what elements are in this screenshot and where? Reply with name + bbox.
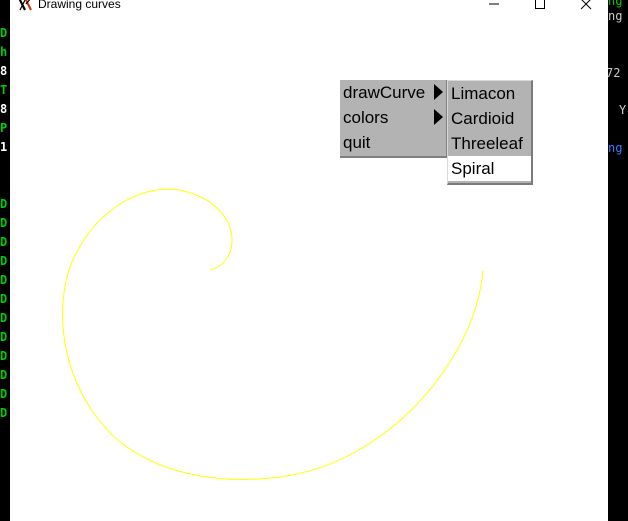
drawing-canvas[interactable]: drawCurve colors quit Limacon Cardioid T…: [10, 12, 608, 521]
menu-item-drawcurve[interactable]: drawCurve: [340, 80, 446, 105]
terminal-char: D: [0, 368, 8, 382]
terminal-char: D: [0, 197, 8, 211]
terminal-char: D: [0, 216, 8, 230]
terminal-char: 1: [0, 140, 8, 154]
terminal-char: T: [0, 83, 8, 97]
terminal-char: D: [0, 235, 8, 249]
popup-menu: drawCurve colors quit: [340, 80, 448, 158]
terminal-char: D: [0, 273, 8, 287]
menu-item-label: quit: [343, 133, 371, 152]
submenu-item-label: Spiral: [451, 159, 495, 178]
submenu-item-label: Threeleaf: [451, 134, 523, 153]
title-bar[interactable]: Drawing curves: [10, 0, 608, 12]
minimize-icon: [489, 3, 499, 5]
terminal-char: 8: [0, 64, 8, 78]
maximize-icon: [535, 0, 545, 9]
terminal-char: D: [0, 406, 8, 420]
terminal-fragment: Y: [619, 103, 627, 117]
terminal-fragment: 72: [606, 66, 621, 80]
terminal-char: D: [0, 330, 8, 344]
terminal-char: D: [0, 26, 8, 40]
terminal-char: P: [0, 121, 8, 135]
submenu-item-label: Cardioid: [451, 109, 515, 128]
submenu-item-spiral[interactable]: Spiral: [448, 156, 531, 181]
terminal-fragment: ng: [608, 0, 623, 8]
menu-item-colors[interactable]: colors: [340, 105, 446, 130]
close-icon: [580, 0, 592, 10]
menu-item-quit[interactable]: quit: [340, 130, 446, 155]
drawcurve-submenu: Limacon Cardioid Threeleaf Spiral: [447, 80, 533, 185]
terminal-char: D: [0, 387, 8, 401]
menu-item-label: colors: [343, 108, 389, 127]
terminal-fragment: ng: [608, 141, 623, 155]
drawing-curves-window: Drawing curves drawCurve colors quit Lim…: [10, 0, 608, 521]
spiral-curve: [62, 188, 484, 480]
window-title: Drawing curves: [38, 0, 121, 11]
submenu-item-threeleaf[interactable]: Threeleaf: [448, 131, 531, 156]
submenu-item-cardioid[interactable]: Cardioid: [448, 106, 531, 131]
terminal-char: D: [0, 254, 8, 268]
menu-item-label: drawCurve: [343, 83, 426, 102]
submenu-arrow-icon: [434, 109, 443, 125]
submenu-item-label: Limacon: [451, 84, 516, 103]
terminal-fragment: ng: [608, 9, 623, 23]
terminal-char: D: [0, 349, 8, 363]
terminal-char: D: [0, 292, 8, 306]
terminal-char: 8: [0, 102, 8, 116]
terminal-char: h: [0, 45, 8, 59]
submenu-item-limacon[interactable]: Limacon: [448, 81, 531, 106]
x-app-icon: [18, 0, 32, 11]
terminal-char: D: [0, 311, 8, 325]
submenu-arrow-icon: [434, 84, 443, 100]
